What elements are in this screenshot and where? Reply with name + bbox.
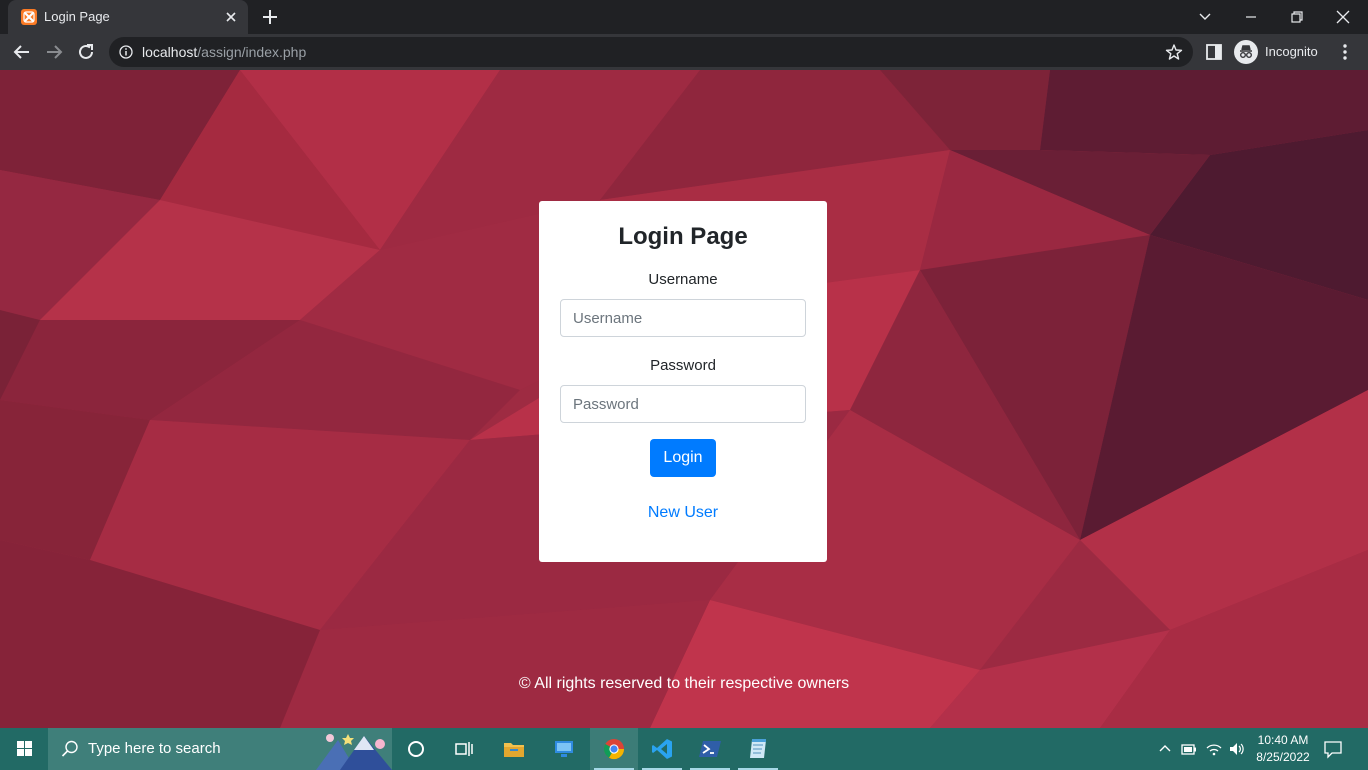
browser-toolbar: localhost/assign/index.php Incognito [0, 34, 1368, 70]
restore-icon[interactable] [1284, 4, 1310, 30]
windows-taskbar: Type here to search 10:40 AM 8/25/2022 [0, 728, 1368, 770]
chevron-up-icon[interactable] [1156, 740, 1174, 758]
search-highlight-illustration [316, 730, 392, 770]
username-input[interactable] [560, 299, 806, 337]
clock-time: 10:40 AM [1257, 733, 1309, 747]
notepad-icon[interactable] [734, 728, 782, 770]
remote-desktop-icon[interactable] [540, 728, 588, 770]
search-icon [60, 739, 80, 759]
password-input[interactable] [560, 385, 806, 423]
wifi-icon[interactable] [1205, 740, 1223, 758]
chrome-icon[interactable] [590, 728, 638, 770]
windows-start-icon[interactable] [0, 728, 48, 770]
xampp-favicon-icon [21, 9, 37, 25]
notification-icon[interactable] [1322, 738, 1344, 760]
new-user-link[interactable]: New User [539, 504, 827, 522]
url-text[interactable]: localhost/assign/index.php [142, 44, 306, 60]
incognito-label: Incognito [1265, 44, 1318, 59]
tab-title: Login Page [44, 9, 110, 24]
side-panel-icon[interactable] [1205, 43, 1223, 61]
forward-arrow-right-icon[interactable] [42, 40, 66, 64]
tab-close-icon[interactable] [222, 8, 240, 26]
search-placeholder: Type here to search [88, 740, 221, 757]
kebab-menu-icon[interactable] [1335, 41, 1355, 63]
cortana-icon[interactable] [392, 728, 440, 770]
url-host: localhost [142, 44, 198, 60]
browser-tab-strip: Login Page [0, 0, 1368, 34]
tab-search-chevron-down-icon[interactable] [1192, 4, 1218, 30]
taskbar-search-box[interactable]: Type here to search [48, 728, 392, 770]
browser-tab[interactable]: Login Page [8, 0, 248, 34]
password-label: Password [650, 357, 716, 374]
new-tab-plus-icon[interactable] [260, 7, 280, 27]
address-bar[interactable]: localhost/assign/index.php [109, 37, 1193, 67]
task-view-icon[interactable] [440, 728, 488, 770]
file-explorer-icon[interactable] [490, 728, 538, 770]
minimize-icon[interactable] [1238, 4, 1264, 30]
page-viewport: Login Page Username Password Login New U… [0, 70, 1368, 728]
back-arrow-left-icon[interactable] [10, 40, 34, 64]
incognito-icon [1234, 40, 1258, 64]
username-label: Username [648, 271, 718, 288]
footer-copyright: © All rights reserved to their respectiv… [518, 675, 850, 692]
login-button[interactable]: Login [650, 439, 716, 477]
powershell-icon[interactable] [686, 728, 734, 770]
login-card: Login Page Username Password Login New U… [539, 201, 827, 562]
login-title: Login Page [618, 223, 748, 250]
reload-icon[interactable] [74, 40, 98, 64]
volume-icon[interactable] [1228, 740, 1246, 758]
bookmark-star-icon[interactable] [1165, 43, 1183, 61]
site-info-icon[interactable] [119, 45, 133, 59]
vscode-icon[interactable] [638, 728, 686, 770]
clock-date: 8/25/2022 [1256, 750, 1310, 764]
close-window-icon[interactable] [1330, 4, 1356, 30]
url-path: /assign/index.php [197, 44, 307, 60]
battery-icon[interactable] [1180, 740, 1198, 758]
taskbar-clock[interactable]: 10:40 AM 8/25/2022 [1248, 732, 1318, 766]
